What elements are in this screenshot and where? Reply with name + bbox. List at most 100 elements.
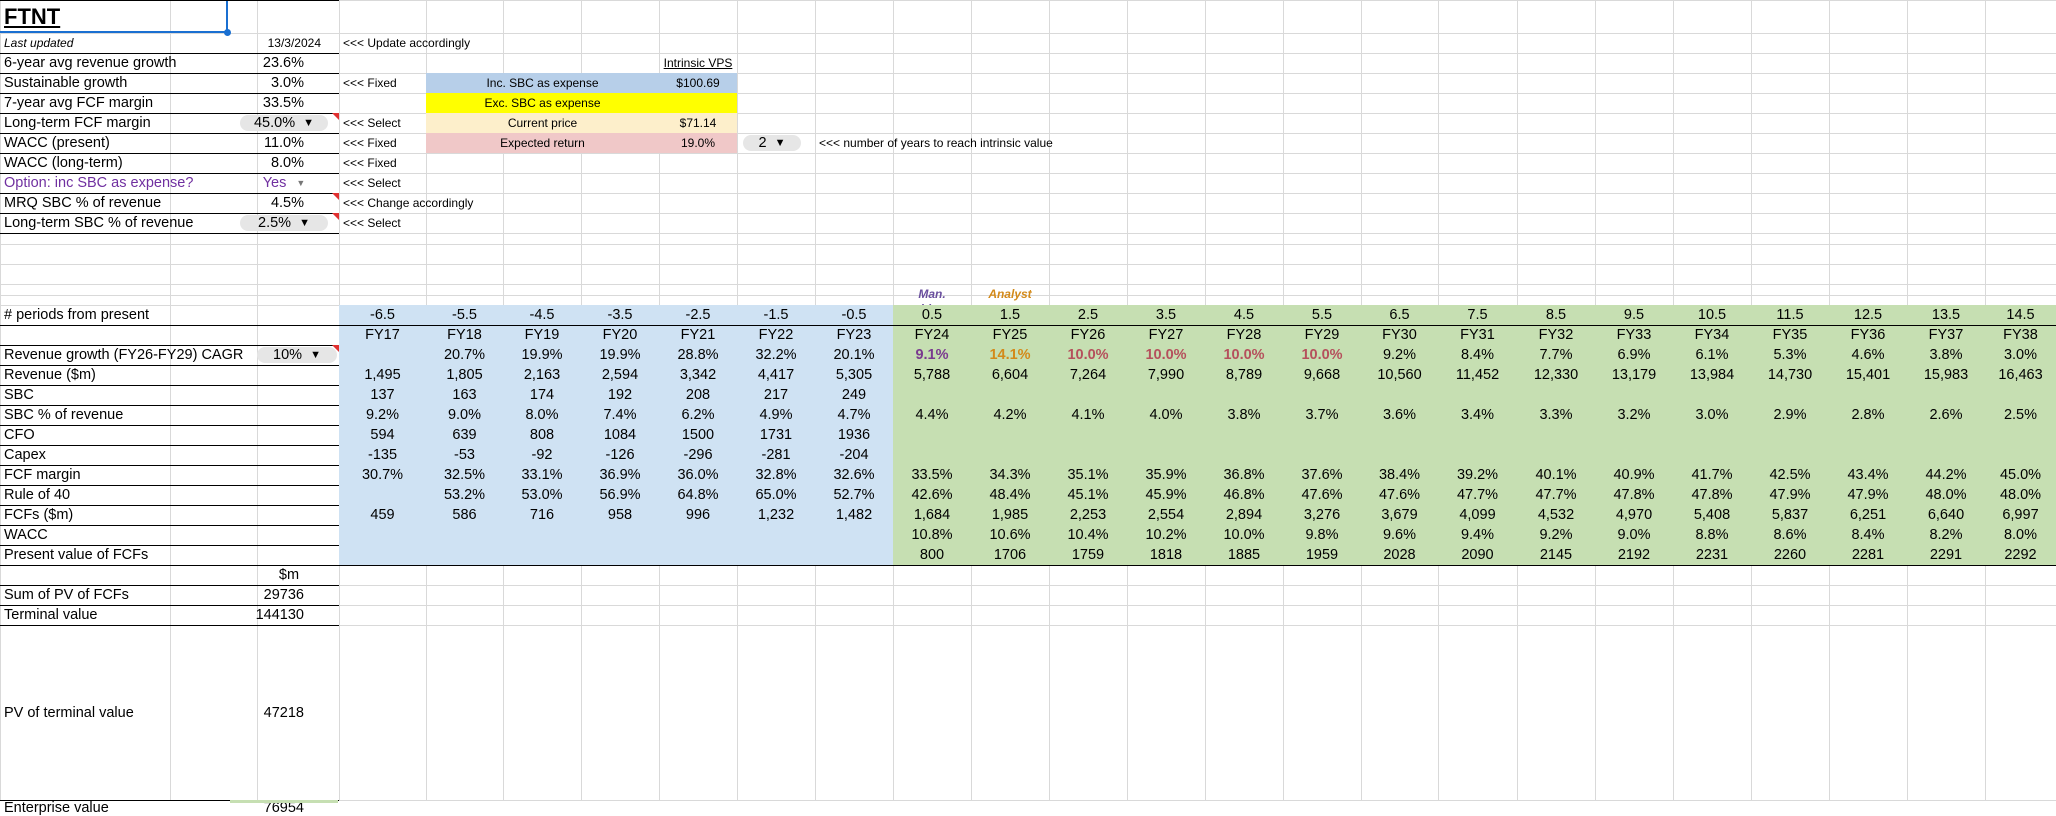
data-cell [339, 545, 426, 565]
period-cell: 5.5 [1283, 305, 1361, 325]
data-cell [1907, 425, 1985, 445]
data-cell [1361, 425, 1438, 445]
data-cell: 4.4% [893, 405, 971, 425]
data-cell: 217 [737, 385, 815, 405]
data-cell: 3,679 [1361, 505, 1438, 525]
data-cell [971, 445, 1049, 465]
cell-fill [230, 800, 338, 803]
input-dropdown[interactable]: Yes ▼ [240, 173, 328, 193]
row-label: Present value of FCFs [4, 547, 149, 563]
data-cell: 10,560 [1361, 365, 1438, 385]
last-updated-value[interactable]: 13/3/2024 [240, 33, 325, 53]
data-cell [971, 425, 1049, 445]
data-cell: 33.1% [503, 465, 581, 485]
data-cell: 47.7% [1517, 485, 1595, 505]
input-value[interactable]: 11.0% [240, 133, 308, 153]
input-value[interactable]: 33.5% [240, 93, 308, 113]
data-cell [1205, 385, 1283, 405]
last-updated-note: <<< Update accordingly [343, 36, 471, 50]
fiscal-year-header: FY17 [339, 325, 426, 345]
fiscal-year-header: FY26 [1049, 325, 1127, 345]
data-cell [1127, 385, 1205, 405]
input-value[interactable]: 4.5% [240, 193, 308, 213]
data-cell: 1818 [1127, 545, 1205, 565]
data-cell: 6,251 [1829, 505, 1907, 525]
summary-label: Enterprise value [4, 800, 109, 816]
period-cell: -2.5 [659, 305, 737, 325]
data-cell: 3,342 [659, 365, 737, 385]
data-cell [1751, 425, 1829, 445]
data-cell: 9.2% [1361, 345, 1438, 365]
input-value[interactable]: 3.0% [240, 73, 308, 93]
data-cell: 2145 [1517, 545, 1595, 565]
data-cell: 6,604 [971, 365, 1049, 385]
intrinsic-vps-header: Intrinsic VPS [663, 56, 733, 70]
active-cell-selection [0, 0, 228, 33]
data-cell: 10.6% [971, 525, 1049, 545]
data-cell: 8.0% [1985, 525, 2056, 545]
data-cell: 65.0% [737, 485, 815, 505]
data-cell: 43.4% [1829, 465, 1907, 485]
data-cell: 4.2% [971, 405, 1049, 425]
data-cell: 2231 [1673, 545, 1751, 565]
data-cell [1907, 445, 1985, 465]
input-label: MRQ SBC % of revenue [4, 195, 162, 211]
data-cell: 996 [659, 505, 737, 525]
data-cell [971, 385, 1049, 405]
cagr-dropdown[interactable]: 10% ▼ [257, 347, 337, 363]
data-cell: 9.2% [1517, 525, 1595, 545]
data-cell: 10.0% [1127, 345, 1205, 365]
input-value[interactable]: 23.6% [240, 53, 308, 73]
data-cell: 53.2% [426, 485, 503, 505]
chevron-down-icon: ▼ [296, 178, 306, 188]
data-cell [426, 525, 503, 545]
data-cell: 1936 [815, 425, 893, 445]
fiscal-year-header: FY34 [1673, 325, 1751, 345]
data-cell: 14.1% [971, 345, 1049, 365]
data-cell: 1,985 [971, 505, 1049, 525]
data-cell: 3.8% [1205, 405, 1283, 425]
data-cell: 42.5% [1751, 465, 1829, 485]
period-cell: 0.5 [893, 305, 971, 325]
data-cell [1907, 385, 1985, 405]
data-cell: 28.8% [659, 345, 737, 365]
data-cell: 9.8% [1283, 525, 1361, 545]
data-cell: 1,684 [893, 505, 971, 525]
spreadsheet-grid[interactable]: FTNT Last updated 13/3/2024 <<< Update acco… [0, 0, 2056, 816]
periods-label: # periods from present [4, 307, 150, 323]
input-label: 7-year avg FCF margin [4, 95, 154, 111]
input-label: Option: inc SBC as expense? [4, 175, 194, 191]
row-border [0, 0, 339, 1]
data-cell: 20.1% [815, 345, 893, 365]
row-label: WACC [4, 527, 48, 543]
data-cell [1438, 425, 1517, 445]
exc-sbc-value [659, 93, 737, 113]
data-cell: 14,730 [1751, 365, 1829, 385]
input-note: <<< Select [343, 216, 401, 230]
years-dropdown[interactable]: 2 ▼ [743, 135, 801, 151]
last-updated-label: Last updated [4, 36, 74, 50]
data-cell: -281 [737, 445, 815, 465]
data-cell: 3.6% [1361, 405, 1438, 425]
data-cell: 3,276 [1283, 505, 1361, 525]
data-cell [1595, 445, 1673, 465]
input-dropdown[interactable]: 2.5% ▼ [240, 215, 328, 231]
data-cell: 2,253 [1049, 505, 1127, 525]
data-cell [1049, 385, 1127, 405]
fiscal-year-header: FY28 [1205, 325, 1283, 345]
input-value[interactable]: 8.0% [240, 153, 308, 173]
data-cell: 137 [339, 385, 426, 405]
data-cell: 32.8% [737, 465, 815, 485]
data-cell: 8.2% [1907, 525, 1985, 545]
data-cell: 47.7% [1438, 485, 1517, 505]
data-cell: 6.1% [1673, 345, 1751, 365]
data-cell: 9.6% [1361, 525, 1438, 545]
data-cell: 8.4% [1438, 345, 1517, 365]
data-cell: 639 [426, 425, 503, 445]
period-cell: -5.5 [426, 305, 503, 325]
data-cell: 2281 [1829, 545, 1907, 565]
data-cell: 1731 [737, 425, 815, 445]
input-dropdown[interactable]: 45.0% ▼ [240, 115, 328, 131]
data-cell: 4.0% [1127, 405, 1205, 425]
data-cell: 2,163 [503, 365, 581, 385]
